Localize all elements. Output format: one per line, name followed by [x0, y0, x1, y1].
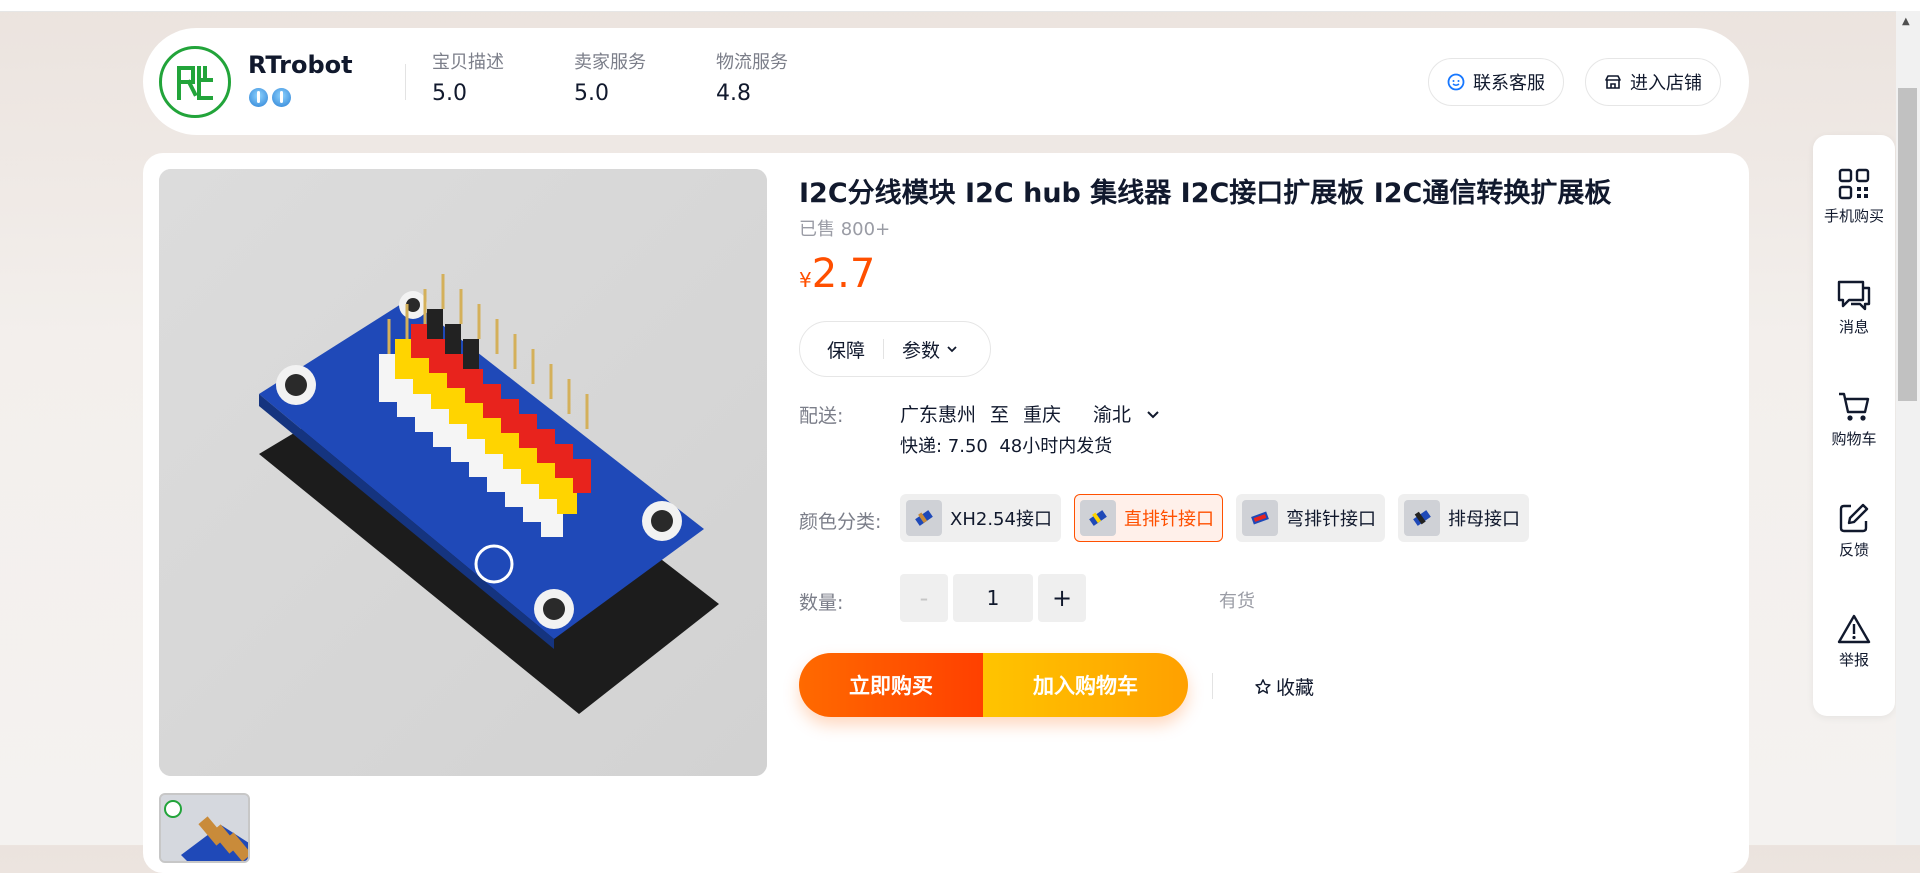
- shop-badges: [249, 88, 291, 107]
- sidebar-item-label: 消息: [1838, 318, 1869, 336]
- enter-shop-label: 进入店铺: [1630, 73, 1702, 94]
- store-icon: [1604, 73, 1622, 91]
- ship-district: 渝北: [1093, 404, 1132, 426]
- option-label: 直排针接口: [1123, 509, 1214, 530]
- option-label: 排母接口: [1447, 509, 1520, 530]
- option-label: XH2.54接口: [950, 509, 1052, 530]
- guarantee-params-pill: 保障 参数: [799, 321, 991, 377]
- shipping-label: 配送:: [799, 405, 844, 427]
- rating-value: 5.0: [574, 81, 609, 106]
- favorite-label: 收藏: [1276, 677, 1315, 699]
- rating-label: 物流服务: [716, 52, 788, 73]
- right-toolbar: 手机购买 消息 购物车 反馈 举报: [1813, 135, 1895, 716]
- message-icon: [1813, 278, 1895, 312]
- params-label: 参数: [902, 339, 941, 362]
- sku-thumb-icon: [1241, 500, 1278, 536]
- sidebar-item-label: 手机购买: [1823, 207, 1884, 225]
- rating-value: 5.0: [432, 81, 467, 106]
- color-options: XH2.54接口 直排针接口 弯排针接口 排母接口: [900, 494, 1529, 542]
- shipping-destination[interactable]: 广东惠州 至 重庆 渝北: [900, 400, 1175, 427]
- divider: [883, 339, 885, 359]
- shop-logo[interactable]: [159, 46, 231, 118]
- sku-thumb-icon: [906, 500, 942, 536]
- quantity-stepper: - 1 +: [900, 574, 1086, 622]
- buy-now-button[interactable]: 立即购买: [799, 653, 983, 717]
- ship-from: 广东惠州: [900, 404, 977, 426]
- guarantee-button[interactable]: 保障: [827, 336, 865, 363]
- stock-status: 有货: [1219, 591, 1255, 612]
- chevron-down-icon: [1145, 406, 1161, 422]
- quantity-input[interactable]: 1: [953, 574, 1033, 622]
- sidebar-item-feedback[interactable]: 反馈: [1813, 501, 1895, 560]
- color-option-xh254[interactable]: XH2.54接口: [900, 494, 1061, 542]
- color-option-straight-pin[interactable]: 直排针接口: [1073, 494, 1223, 542]
- sold-count: 已售 800+: [799, 219, 891, 240]
- quantity-minus-button[interactable]: -: [900, 574, 948, 622]
- ship-city: 重庆: [1023, 404, 1062, 426]
- sku-thumb-icon: [1403, 500, 1440, 536]
- sidebar-item-cart[interactable]: 购物车: [1813, 390, 1895, 449]
- scroll-up-arrow-icon[interactable]: ▲: [1902, 16, 1910, 27]
- crown-badge-icon: [272, 88, 291, 107]
- rating-logistics: 物流服务 4.8: [716, 48, 788, 106]
- currency-symbol: ¥: [799, 268, 812, 292]
- rating-value: 4.8: [716, 81, 751, 106]
- color-label: 颜色分类:: [799, 511, 882, 533]
- contact-service-button[interactable]: 联系客服: [1428, 58, 1564, 106]
- chevron-down-icon: [946, 338, 958, 360]
- edit-icon: [1813, 501, 1895, 535]
- price-value: 2.7: [811, 251, 876, 297]
- option-label: 弯排针接口: [1285, 509, 1376, 530]
- color-option-female-header[interactable]: 排母接口: [1397, 494, 1529, 542]
- add-to-cart-button[interactable]: 加入购物车: [983, 653, 1188, 717]
- color-option-bent-pin[interactable]: 弯排针接口: [1235, 494, 1385, 542]
- crown-badge-icon: [249, 88, 268, 107]
- sku-thumb-icon: [1079, 500, 1116, 536]
- product-card: I2C分线模块 I2C hub 集线器 I2C接口扩展板 I2C通信转换扩展板 …: [143, 153, 1749, 873]
- rating-label: 宝贝描述: [432, 52, 504, 73]
- cart-icon: [1813, 390, 1895, 424]
- shop-header: RTrobot 宝贝描述 5.0 卖家服务 5.0 物流服务 4.8 联系客服 …: [143, 28, 1749, 135]
- sidebar-item-label: 举报: [1838, 651, 1869, 669]
- rating-label: 卖家服务: [574, 52, 646, 73]
- product-thumbnail[interactable]: [159, 793, 250, 863]
- browser-top-line: [0, 0, 1920, 12]
- product-price: ¥2.7: [799, 251, 875, 297]
- smile-chat-icon: [1447, 73, 1465, 91]
- favorite-button[interactable]: 收藏: [1254, 673, 1314, 700]
- sidebar-item-label: 购物车: [1831, 430, 1877, 448]
- sidebar-item-mobile-buy[interactable]: 手机购买: [1813, 167, 1895, 226]
- purchase-buttons: 立即购买 加入购物车: [799, 653, 1188, 717]
- sidebar-item-messages[interactable]: 消息: [1813, 278, 1895, 337]
- contact-service-label: 联系客服: [1473, 73, 1545, 94]
- shipping-fee: 快递: 7.50: [900, 436, 988, 457]
- params-button[interactable]: 参数: [902, 336, 958, 363]
- sidebar-item-label: 反馈: [1838, 541, 1869, 559]
- enter-shop-button[interactable]: 进入店铺: [1585, 58, 1721, 106]
- rating-description: 宝贝描述 5.0: [432, 48, 504, 106]
- divider: [1212, 673, 1213, 699]
- star-icon: [1254, 678, 1272, 696]
- quantity-label: 数量:: [799, 592, 844, 614]
- sidebar-item-report[interactable]: 举报: [1813, 613, 1895, 670]
- scrollbar-thumb[interactable]: [1898, 88, 1917, 401]
- shipping-fee-line: 快递: 7.50 48小时内发货: [900, 432, 1112, 458]
- warning-icon: [1813, 613, 1895, 645]
- rating-service: 卖家服务 5.0: [574, 48, 646, 106]
- ship-to-word: 至: [990, 404, 1010, 426]
- product-title: I2C分线模块 I2C hub 集线器 I2C接口扩展板 I2C通信转换扩展板: [799, 178, 1612, 209]
- shop-name[interactable]: RTrobot: [248, 51, 353, 79]
- divider: [405, 64, 406, 100]
- qr-code-icon: [1813, 167, 1895, 201]
- quantity-plus-button[interactable]: +: [1038, 574, 1086, 622]
- dispatch-time: 48小时内发货: [999, 436, 1113, 457]
- product-main-image[interactable]: [159, 169, 767, 776]
